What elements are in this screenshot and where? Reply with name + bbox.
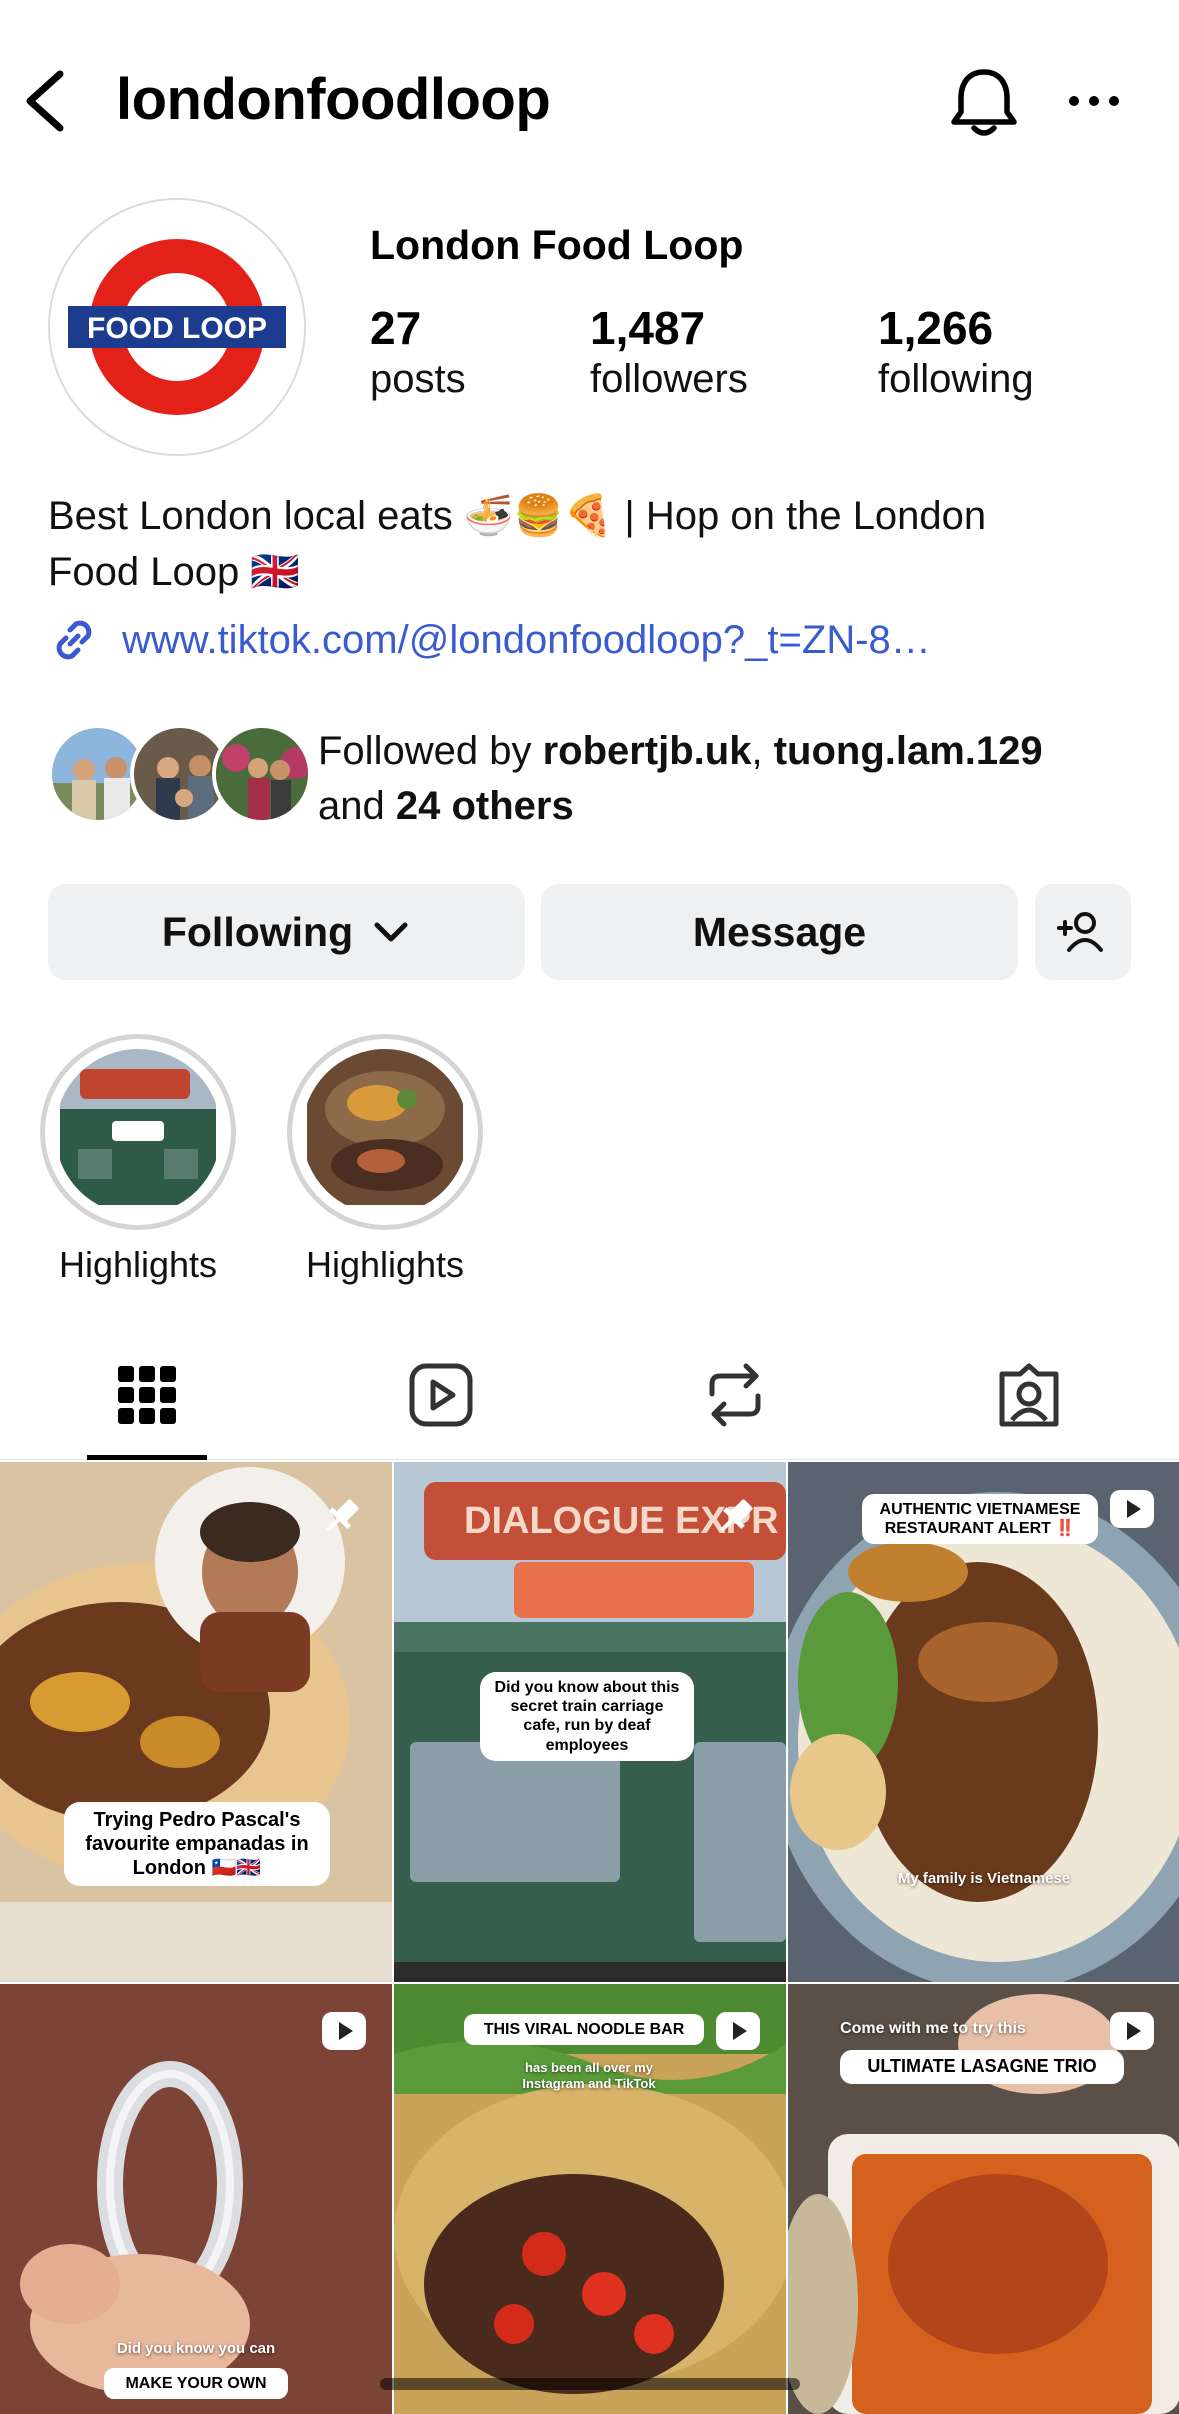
posts-count: 27 xyxy=(370,302,422,354)
mutual-follower-name[interactable]: robertjb.uk xyxy=(543,729,752,773)
tagged-icon xyxy=(999,1363,1059,1427)
profile-bio: Best London local eats 🍜🍔🍕 | Hop on the … xyxy=(48,488,1138,600)
message-button[interactable]: Message xyxy=(541,884,1018,980)
reel-icon xyxy=(1110,2012,1154,2050)
profile-link[interactable]: www.tiktok.com/@londonfoodloop?_t=ZN-8… xyxy=(48,610,931,670)
highlight-ring xyxy=(40,1034,236,1230)
following-count: 1,266 xyxy=(878,302,994,354)
reel-icon xyxy=(716,2012,760,2050)
following-stat[interactable]: 1,266 following xyxy=(878,302,1034,403)
post-caption: ULTIMATE LASAGNE TRIO xyxy=(840,2050,1124,2084)
following-label: following xyxy=(878,356,1034,401)
chevron-left-icon[interactable] xyxy=(22,66,68,136)
profile-username: londonfoodloop xyxy=(116,67,551,132)
follower-avatar xyxy=(212,724,312,824)
following-button[interactable]: Following xyxy=(48,884,525,980)
profile-header: londonfoodloop xyxy=(0,0,1179,200)
link-text: www.tiktok.com/@londonfoodloop?_t=ZN-8… xyxy=(122,617,931,662)
post-caption: THIS VIRAL NOODLE BAR xyxy=(464,2014,704,2046)
highlight-thumbnail xyxy=(55,1049,221,1215)
post-overlay-text: My family is Vietnamese xyxy=(897,1870,1071,1887)
add-person-icon xyxy=(1057,912,1103,952)
post-overlay-text: has been all over my Instagram and TikTo… xyxy=(522,2060,656,2091)
pin-icon xyxy=(326,1499,359,1532)
story-highlight[interactable]: Highlights xyxy=(287,1034,483,1286)
pin-icon xyxy=(720,1499,753,1532)
post-thumbnail[interactable]: Did you know you can MAKE YOUR OWN xyxy=(0,1984,392,2414)
tab-reposts[interactable] xyxy=(588,1330,882,1460)
profile-display-name: London Food Loop xyxy=(370,222,744,268)
separator: , xyxy=(751,729,774,773)
bio-line: Best London local eats 🍜🍔🍕 | Hop on the … xyxy=(48,494,987,538)
highlight-label: Highlights xyxy=(305,1244,465,1285)
mutual-follower-name[interactable]: tuong.lam.129 xyxy=(774,729,1043,773)
followers-label: followers xyxy=(590,356,748,401)
posts-label: posts xyxy=(370,356,466,401)
active-tab-indicator xyxy=(87,1455,207,1460)
followers-stat[interactable]: 1,487 followers xyxy=(590,302,748,403)
post-caption: AUTHENTIC VIETNAMESE RESTAURANT ALERT ‼️ xyxy=(862,1494,1098,1545)
reels-icon xyxy=(409,1363,473,1427)
bell-icon[interactable] xyxy=(948,64,1020,140)
post-overlay-text: Did you know you can xyxy=(116,2340,276,2357)
followed-by-prefix: Followed by xyxy=(318,729,543,773)
svg-text:FOOD LOOP: FOOD LOOP xyxy=(87,312,267,345)
posts-stat[interactable]: 27 posts xyxy=(370,302,466,403)
followers-count: 1,487 xyxy=(590,302,706,354)
post-caption: MAKE YOUR OWN xyxy=(104,2368,288,2400)
posts-grid: Trying Pedro Pascal's favourite empanada… xyxy=(0,1462,1179,2414)
tab-tagged[interactable] xyxy=(882,1330,1176,1460)
profile-avatar[interactable]: FOOD LOOP xyxy=(48,198,306,456)
others-count[interactable]: 24 others xyxy=(396,784,574,828)
post-caption: Did you know about this secret train car… xyxy=(480,1672,694,1761)
reposts-icon xyxy=(709,1363,761,1427)
post-thumbnail[interactable]: Come with me to try this ULTIMATE LASAGN… xyxy=(788,1984,1179,2414)
add-person-button[interactable] xyxy=(1035,884,1131,980)
post-overlay-text: Come with me to try this xyxy=(840,2020,1026,2037)
following-label: Following xyxy=(161,908,354,955)
highlight-thumbnail xyxy=(302,1049,468,1215)
post-thumbnail[interactable]: Trying Pedro Pascal's favourite empanada… xyxy=(0,1462,392,1982)
post-thumbnail[interactable]: AUTHENTIC VIETNAMESE RESTAURANT ALERT ‼️… xyxy=(788,1462,1179,1982)
profile-tabs xyxy=(0,1330,1179,1460)
home-indicator[interactable] xyxy=(380,2378,800,2390)
food-loop-roundel-logo: FOOD LOOP xyxy=(68,239,286,415)
followed-by-text: Followed by robertjb.uk, tuong.lam.129 a… xyxy=(318,724,1179,834)
more-horizontal-icon[interactable] xyxy=(1068,84,1120,118)
post-thumbnail[interactable]: DIALOGUE EXPR Did you know about this se… xyxy=(394,1462,786,1982)
tab-reels[interactable] xyxy=(294,1330,588,1460)
followed-by-and: and xyxy=(318,784,396,828)
reel-icon xyxy=(322,2012,366,2050)
highlight-label: Highlights xyxy=(58,1244,218,1285)
story-highlight[interactable]: Highlights xyxy=(40,1034,236,1286)
reel-icon xyxy=(1110,1490,1154,1528)
link-icon xyxy=(56,620,92,660)
post-caption: Trying Pedro Pascal's favourite empanada… xyxy=(64,1802,330,1886)
post-thumbnail[interactable]: THIS VIRAL NOODLE BAR has been all over … xyxy=(394,1984,786,2414)
grid-icon xyxy=(118,1366,176,1424)
tab-grid[interactable] xyxy=(0,1330,294,1460)
message-label: Message xyxy=(692,908,867,955)
bio-line: Food Loop 🇬🇧 xyxy=(48,550,301,594)
chevron-down-icon xyxy=(374,922,408,942)
highlight-ring xyxy=(287,1034,483,1230)
